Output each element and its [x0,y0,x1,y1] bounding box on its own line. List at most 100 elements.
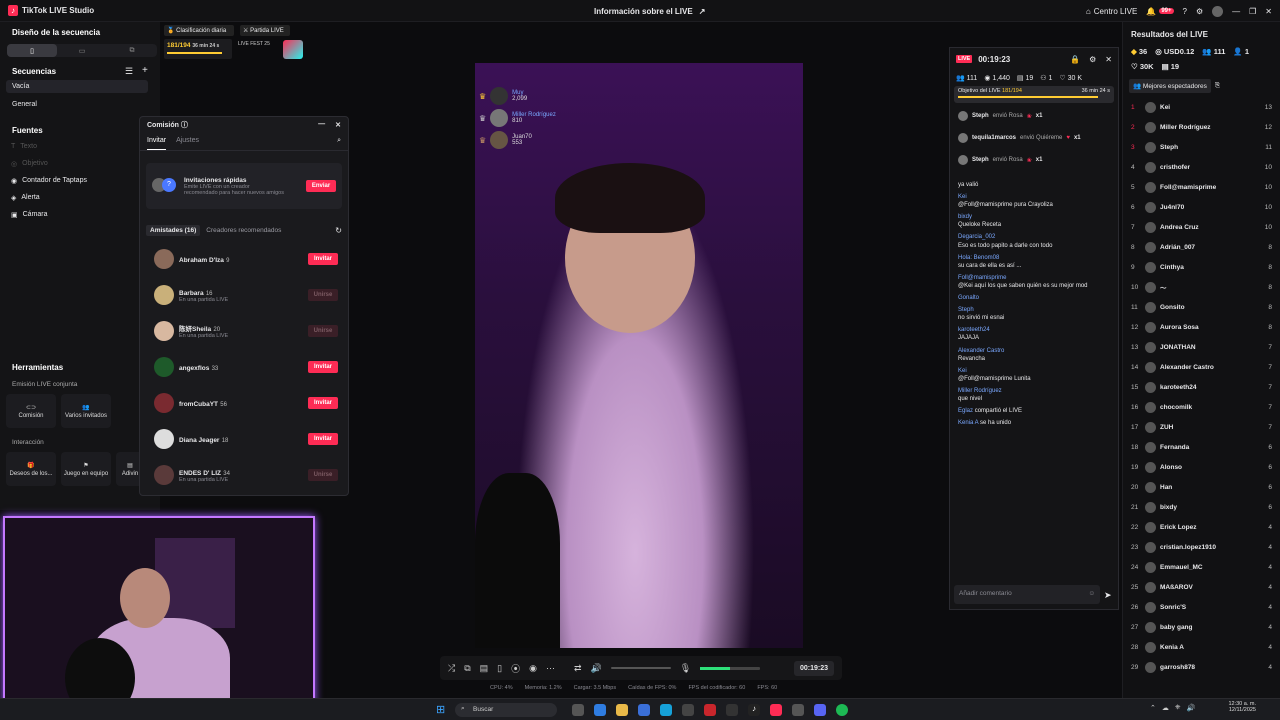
live-info-button[interactable]: Información sobre el LIVE ↗ [594,7,705,16]
tiktok-app-icon[interactable]: ♪ [748,704,760,716]
avatar [1145,561,1156,573]
replay-icon[interactable]: ◉ [529,663,537,674]
table-row: 27 baby gang 4 [1131,621,1272,633]
chat-message: Foll@mamisprime @Kei aquí los que saben q… [958,274,1088,289]
mic-icon[interactable]: 🎙 [680,663,691,674]
minimize-icon[interactable]: — [1232,7,1240,16]
emoji-icon[interactable]: ☺ [1088,590,1095,597]
app-red-icon[interactable] [704,704,716,716]
shuffle-icon[interactable]: ⤮ [448,663,455,674]
join-button[interactable]: Unirse [308,325,338,337]
list-item: fromCubaYT 56 Invitar [140,385,348,421]
speaker-icon[interactable]: 🔊 [591,663,602,674]
send-button[interactable]: Enviar [306,180,336,192]
folder-icon[interactable] [616,704,628,716]
spotify-icon[interactable] [836,704,848,716]
chat-panel: LIVE 00:19:23 🔒 ⚙ ✕ 👥 111 ◉ 1,440 ▤ 19 ⚇ 1 … [949,47,1119,610]
cloud-icon[interactable]: ☁ [1162,704,1169,712]
wishes-tool[interactable]: 🎁 Deseos de los... [6,452,56,486]
app-gray-icon[interactable] [792,704,804,716]
avatar [1145,101,1156,113]
live-match-tab[interactable]: ⚔ Partida LIVE [240,25,290,36]
team-game-tool[interactable]: ⚑ Juego en equipo [61,452,111,486]
close-icon[interactable]: ✕ [335,121,341,129]
minimize-icon[interactable]: — [318,121,325,129]
invite-button[interactable]: Invitar [308,397,338,409]
sequence-item[interactable]: Vacía [6,80,148,93]
source-goal[interactable]: ◎ Objetivo [11,155,87,172]
store-icon[interactable] [638,704,650,716]
joint-label: Emisión LIVE conjunta [12,381,78,388]
invite-button[interactable]: Invitar [308,433,338,445]
likes-stat: ◉ 1,440 [984,75,1010,82]
source-camera[interactable]: ▣ Cámara [11,206,87,223]
taskbar-search[interactable]: ⌕ Buscar [455,703,557,717]
split-tab[interactable]: ⧉ [107,44,157,57]
search-icon[interactable]: ⌕ [337,137,341,150]
record-icon[interactable]: ⦿ [511,662,520,675]
app-dark-icon[interactable] [726,704,738,716]
table-row: 6 Ju4nl70 10 [1131,201,1272,213]
ranking-list: 1 Kei 13 2 Miller Rodríguez 12 3 Steph 11 4 cri… [1123,97,1280,677]
source-alert[interactable]: ◈ Alerta [11,189,87,206]
tab-invite[interactable]: Invitar [147,137,167,150]
app-icon[interactable] [682,704,694,716]
network-icon[interactable]: ⎈ [1175,704,1181,712]
live-center-button[interactable]: ⌂ Centro LIVE [1086,7,1137,16]
help-icon[interactable]: ? [1183,7,1187,16]
more-icon[interactable]: ⋯ [546,663,555,674]
close-icon[interactable]: ✕ [1105,55,1112,64]
taskview-icon[interactable] [572,704,584,716]
windows-start-icon[interactable]: ⊞ [436,704,448,716]
send-icon[interactable]: ➤ [1104,590,1112,601]
clock[interactable]: 12:30 a. m. 12/11/2025 [1226,701,1256,713]
list-icon[interactable]: ☰ [125,66,133,77]
avatar [490,109,509,127]
join-button[interactable]: Unirse [308,469,338,481]
edge-icon[interactable] [660,704,672,716]
notifications-button[interactable]: 🔔 99+ [1146,7,1174,16]
join-button[interactable]: Unirse [308,289,338,301]
invite-button[interactable]: Invitar [308,253,338,265]
sequence-item[interactable]: General [6,98,43,111]
close-icon[interactable]: ✕ [1265,7,1272,16]
best-viewers-tab[interactable]: 👥 Mejores espectadores [1129,79,1211,93]
tab-settings[interactable]: Ajustes [176,137,199,150]
avatar [1145,521,1156,533]
tab-friends[interactable]: Amistades (16) [146,224,201,236]
export-icon[interactable]: ⎘ [1215,82,1220,90]
refresh-icon[interactable]: ↻ [335,226,342,235]
lock-icon[interactable]: 🔒 [1070,55,1080,64]
tab-recommended[interactable]: Creadores recomendados [206,227,281,234]
commission-tool[interactable]: ⊂⊃ Comisión [6,394,56,428]
guests-tool[interactable]: 👥 Varios invitados [61,394,111,428]
copilot-icon[interactable] [594,704,606,716]
screen-icon[interactable]: ▤ [480,663,489,674]
avatar [154,321,174,341]
goal-progress [958,96,1098,98]
volume-slider[interactable] [610,667,671,669]
invite-button[interactable]: Invitar [308,361,338,373]
comment-input[interactable]: Añadir comentario ☺ [954,585,1100,604]
tiktok-studio-icon[interactable] [770,704,782,716]
volume-icon[interactable]: 🔊 [1186,704,1195,712]
source-taptaps[interactable]: ◉ Contador de Taptaps [11,172,87,189]
portrait-tab[interactable]: ▯ [7,44,57,57]
add-icon[interactable]: + [142,65,148,76]
mic-level[interactable] [700,666,761,670]
source-text[interactable]: T Texto [11,138,87,155]
chevron-up-icon[interactable]: ⌃ [1150,704,1156,712]
avatar [1145,621,1156,633]
gear-icon[interactable]: ⚙ [1196,7,1203,16]
table-row: 7 Andrea Cruz 10 [1131,221,1272,233]
daily-ranking-tab[interactable]: 🏅 Clasificación diaria [164,25,234,36]
maximize-icon[interactable]: ❐ [1249,7,1256,16]
table-row: 23 cristian.lopez1910 4 [1131,541,1272,553]
phone-icon[interactable]: ▯ [497,663,502,674]
settings-icon[interactable]: ⚙ [1089,55,1096,64]
layers-icon[interactable]: ⧉ [464,663,470,674]
mixer-icon[interactable]: ⇄ [574,663,582,674]
discord-icon[interactable] [814,704,826,716]
landscape-tab[interactable]: ▭ [57,44,107,57]
avatar[interactable] [1212,5,1224,17]
